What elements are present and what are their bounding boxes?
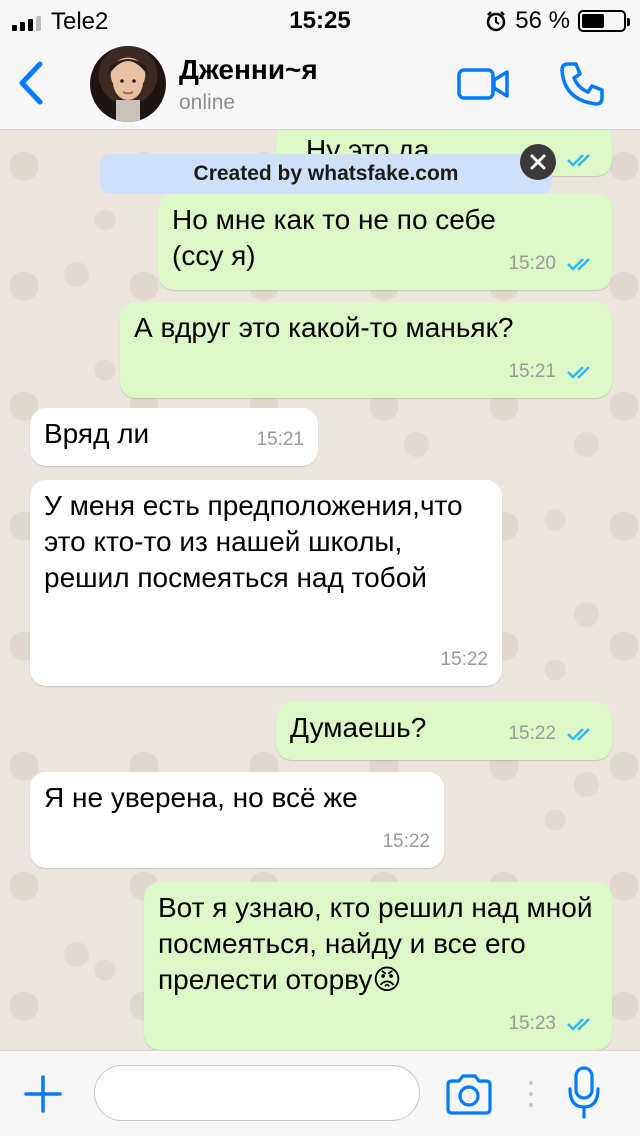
message-meta: 15:22 [382, 824, 430, 860]
double-check-icon [567, 1018, 590, 1031]
message-time: 15:20 [508, 253, 556, 274]
status-bar: Tele2 15:25 56 % [0, 0, 640, 40]
message-meta: 15:20 [508, 246, 598, 282]
microphone-icon[interactable] [566, 1065, 602, 1121]
message-meta: 15:23 [508, 1006, 598, 1042]
message-bubble-incoming[interactable]: Я не уверена, но всё же 15:22 [30, 772, 444, 868]
battery-icon [578, 10, 630, 32]
message-text: Вот я узнаю, кто решил над мной посмеять… [158, 890, 598, 998]
double-check-icon [567, 728, 590, 741]
camera-icon[interactable] [444, 1073, 494, 1115]
message-meta: 15:22 [440, 642, 488, 678]
message-text: А вдруг это какой-то маньяк? [134, 312, 514, 343]
angry-face-emoji: 😡 [372, 964, 402, 995]
contact-name[interactable]: Дженни~я [179, 54, 318, 86]
chat-area[interactable]: Ну это да Created by whatsfake.com Но мн… [0, 130, 640, 1050]
double-check-icon [567, 154, 590, 167]
message-time: 15:22 [382, 831, 430, 852]
message-bubble-outgoing[interactable]: А вдруг это какой-то маньяк? 15:21 [120, 302, 612, 398]
watermark-banner: Created by whatsfake.com [100, 154, 552, 194]
plus-icon[interactable] [22, 1073, 64, 1115]
separator-dots-icon [529, 1081, 533, 1107]
close-icon[interactable] [520, 144, 556, 180]
double-check-icon [567, 258, 590, 271]
message-text: Я не уверена, но всё же [44, 782, 358, 813]
chat-header: Дженни~я online [0, 40, 640, 130]
phone-icon[interactable] [558, 60, 606, 108]
message-bubble-outgoing[interactable]: Думаешь? 15:22 [276, 702, 612, 760]
double-check-icon [567, 366, 590, 379]
contact-status: online [179, 91, 236, 114]
message-time: 15:22 [508, 723, 556, 744]
composer-bar [0, 1050, 640, 1136]
message-meta: 15:21 [508, 354, 598, 390]
message-bubble-incoming[interactable]: Вряд ли 15:21 [30, 408, 318, 466]
status-right-group: 56 % [485, 7, 630, 35]
avatar[interactable] [90, 46, 166, 122]
message-meta: 15:21 [256, 422, 304, 458]
message-time: 15:23 [508, 1013, 556, 1034]
message-meta: 15:22 [508, 716, 598, 752]
chevron-left-icon[interactable] [14, 58, 50, 108]
message-time: 15:21 [256, 429, 304, 450]
watermark-text: Created by whatsfake.com [193, 162, 459, 185]
message-bubble-outgoing[interactable]: Вот я узнаю, кто решил над мной посмеять… [144, 882, 612, 1050]
message-text: У меня есть предположения,что это кто-то… [44, 490, 463, 593]
message-text: Но мне как то не по себе (ссу я) [172, 204, 496, 271]
message-bubble-outgoing[interactable]: Но мне как то не по себе (ссу я) 15:20 [158, 194, 612, 290]
video-camera-icon[interactable] [456, 64, 510, 104]
message-time: 15:22 [440, 649, 488, 670]
message-time: 15:21 [508, 361, 556, 382]
alarm-clock-icon [487, 11, 506, 32]
battery-percent: 56 % [515, 7, 570, 34]
message-bubble-incoming[interactable]: У меня есть предположения,что это кто-то… [30, 480, 502, 686]
message-input[interactable] [94, 1065, 420, 1121]
message-meta [566, 152, 598, 168]
